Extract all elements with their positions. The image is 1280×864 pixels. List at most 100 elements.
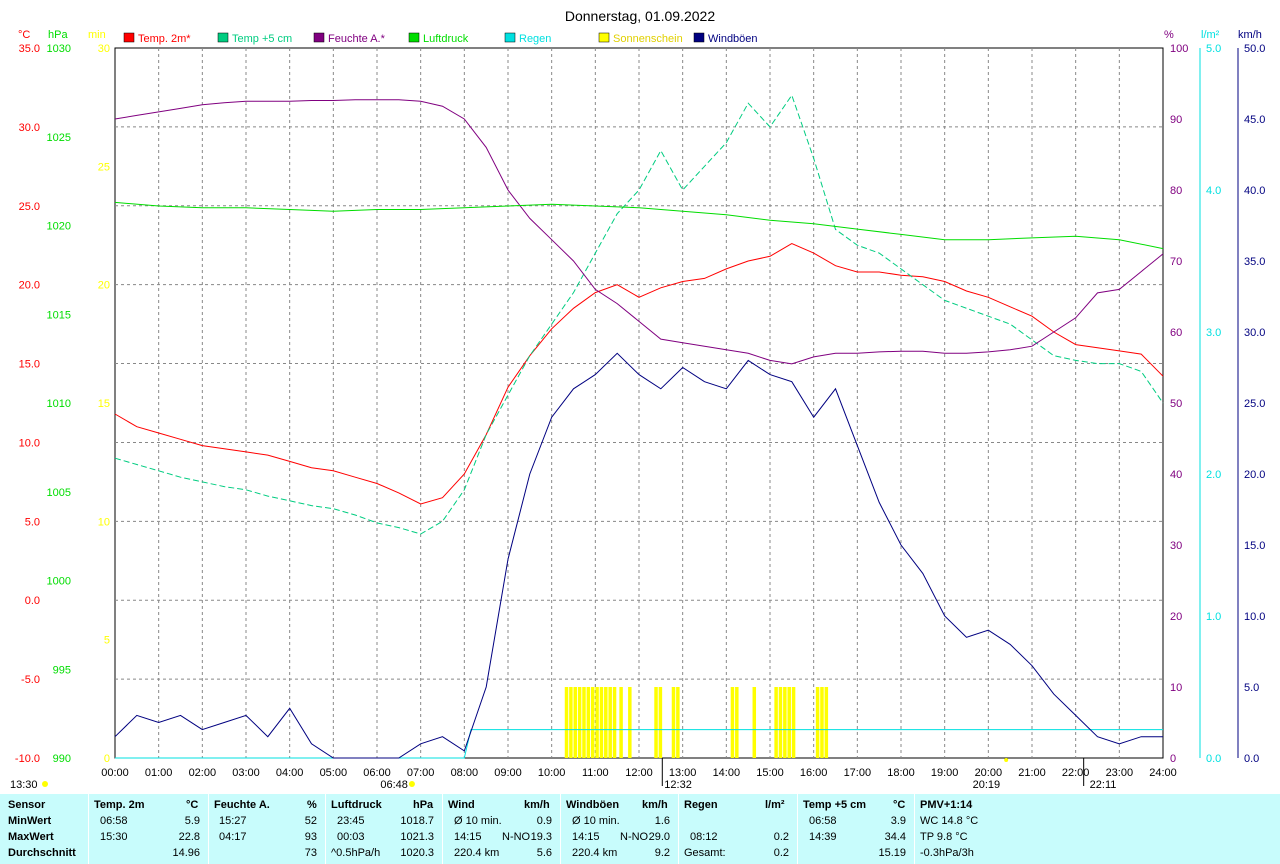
min-humidity-value: 52 bbox=[304, 815, 317, 827]
time-tick-label: 14:00 bbox=[713, 767, 741, 779]
rain-total-label: Gesamt: bbox=[684, 847, 726, 859]
pmv-trend: -0.3hPa/3h bbox=[920, 847, 974, 859]
pressure-tick-label: 1025 bbox=[47, 132, 71, 144]
legend-swatch bbox=[408, 32, 420, 43]
min-temp5cm-time: 06:58 bbox=[809, 815, 837, 827]
chart-legend: Temp. 2m* Temp +5 cm Feuchte A.* Luftdruck R… bbox=[123, 32, 758, 45]
sunshine-unit-label: min bbox=[88, 29, 106, 41]
sunshine-bar bbox=[590, 687, 595, 758]
temp-unit-label: °C bbox=[18, 29, 30, 41]
moon-left-label: 13:30 bbox=[10, 779, 38, 791]
temp-tick-label: -10.0 bbox=[15, 753, 40, 765]
row-label-avg: Durchschnitt bbox=[8, 847, 76, 859]
table-header-temp5cm: Temp +5 cm bbox=[803, 799, 867, 811]
wind-tick-label: 5.0 bbox=[1244, 682, 1259, 694]
table-header-humidity: Feuchte A. bbox=[214, 799, 270, 811]
temp-tick-label: 35.0 bbox=[19, 43, 40, 55]
statistics-table: Sensor Temp. 2m °C Feuchte A. % Luftdruc… bbox=[0, 794, 1280, 864]
temp-tick-label: 20.0 bbox=[19, 280, 40, 292]
max-temp2m-time: 15:30 bbox=[100, 831, 128, 843]
sunshine-tick-label: 30 bbox=[98, 43, 110, 55]
sunshine-tick-label: 15 bbox=[98, 398, 110, 410]
sunshine-bar bbox=[671, 687, 676, 758]
rain-tick-label: 4.0 bbox=[1206, 185, 1221, 197]
solar-noon-label: 12:32 bbox=[664, 779, 692, 791]
max-rain-value: 0.2 bbox=[773, 831, 789, 843]
min-pressure-time: 23:45 bbox=[337, 815, 365, 827]
legend-swatch bbox=[693, 32, 705, 43]
temp-tick-label: 5.0 bbox=[25, 516, 40, 528]
sunshine-bar bbox=[569, 687, 573, 758]
sunshine-bar bbox=[752, 687, 757, 758]
min-gusts-value: 1.6 bbox=[654, 815, 670, 827]
time-tick-label: 07:00 bbox=[407, 767, 435, 779]
max-temp5cm-time: 14:39 bbox=[809, 831, 837, 843]
wind-tick-label: 20.0 bbox=[1244, 469, 1265, 481]
sunshine-bar bbox=[599, 687, 604, 758]
table-divider bbox=[442, 794, 443, 864]
rain-tick-label: 0.0 bbox=[1206, 753, 1221, 765]
time-tick-label: 02:00 bbox=[189, 767, 217, 779]
legend-label: Sonnenschein bbox=[613, 33, 683, 45]
sunshine-bar bbox=[820, 687, 824, 758]
pressure-tick-label: 1020 bbox=[47, 221, 71, 233]
max-temp2m-value: 22.8 bbox=[178, 831, 200, 843]
sunshine-bar bbox=[815, 687, 820, 758]
gusts-distance: 220.4 km bbox=[572, 847, 618, 859]
pressure-tick-label: 1005 bbox=[47, 487, 71, 499]
legend-label: Windböen bbox=[708, 33, 758, 45]
table-header-wind-unit: km/h bbox=[524, 799, 550, 811]
table-header-wind: Wind bbox=[448, 799, 475, 811]
legend-label: Temp +5 cm bbox=[232, 33, 292, 45]
humidity-tick-label: 80 bbox=[1170, 185, 1182, 197]
humidity-tick-label: 40 bbox=[1170, 469, 1182, 481]
weather-chart: Donnerstag, 01.09.2022 35.0 30.0 25.0 20.0 1… bbox=[10, 8, 1265, 791]
row-label-max: MaxWert bbox=[8, 831, 54, 843]
wind-tick-label: 25.0 bbox=[1244, 398, 1265, 410]
sunshine-bar bbox=[564, 687, 569, 758]
humidity-tick-label: 50 bbox=[1170, 398, 1182, 410]
table-header-gusts-unit: km/h bbox=[642, 799, 668, 811]
table-header-temp2m: Temp. 2m bbox=[94, 799, 145, 811]
min-temp2m-value: 5.9 bbox=[184, 815, 200, 827]
humidity-tick-label: 100 bbox=[1170, 43, 1188, 55]
time-tick-label: 05:00 bbox=[320, 767, 348, 779]
wind-tick-label: 40.0 bbox=[1244, 185, 1265, 197]
wind-tick-label: 35.0 bbox=[1244, 256, 1265, 268]
rain-tick-label: 5.0 bbox=[1206, 43, 1221, 55]
max-rain-time: 08:12 bbox=[690, 831, 718, 843]
time-tick-label: 03:00 bbox=[232, 767, 260, 779]
legend-swatch bbox=[598, 32, 610, 43]
pmv-wc: WC 14.8 °C bbox=[920, 815, 979, 827]
max-pressure-value: 1021.3 bbox=[400, 831, 434, 843]
time-tick-label: 01:00 bbox=[145, 767, 173, 779]
pressure-tick-label: 1015 bbox=[47, 309, 71, 321]
sunshine-bar bbox=[619, 687, 623, 758]
sunshine-bar bbox=[628, 687, 632, 758]
legend-swatch bbox=[504, 32, 516, 43]
max-pressure-time: 00:03 bbox=[337, 831, 365, 843]
time-tick-label: 06:00 bbox=[363, 767, 391, 779]
legend-swatch bbox=[123, 32, 135, 43]
table-divider bbox=[914, 794, 915, 864]
humidity-tick-label: 0 bbox=[1170, 753, 1176, 765]
legend-label: Regen bbox=[519, 33, 551, 45]
min-wind-value: 0.9 bbox=[536, 815, 552, 827]
chart-title: Donnerstag, 01.09.2022 bbox=[565, 8, 715, 24]
table-header-rain: Regen bbox=[684, 799, 718, 811]
sunrise-label: 06:48 bbox=[380, 779, 408, 791]
temp-tick-label: 15.0 bbox=[19, 359, 40, 371]
humidity-tick-label: 20 bbox=[1170, 611, 1182, 623]
min-gusts-label: Ø 10 min. bbox=[572, 815, 620, 827]
table-divider bbox=[560, 794, 561, 864]
max-humidity-value: 93 bbox=[304, 831, 317, 843]
time-tick-label: 22:00 bbox=[1062, 767, 1090, 779]
max-humidity-time: 04:17 bbox=[219, 831, 247, 843]
wind-distance: 220.4 km bbox=[454, 847, 500, 859]
temp-tick-label: -5.0 bbox=[21, 674, 40, 686]
sunshine-bar bbox=[783, 687, 787, 758]
sunshine-bar bbox=[730, 687, 735, 758]
min-pressure-value: 1018.7 bbox=[400, 815, 434, 827]
time-tick-label: 18:00 bbox=[887, 767, 915, 779]
min-temp5cm-value: 3.9 bbox=[890, 815, 906, 827]
